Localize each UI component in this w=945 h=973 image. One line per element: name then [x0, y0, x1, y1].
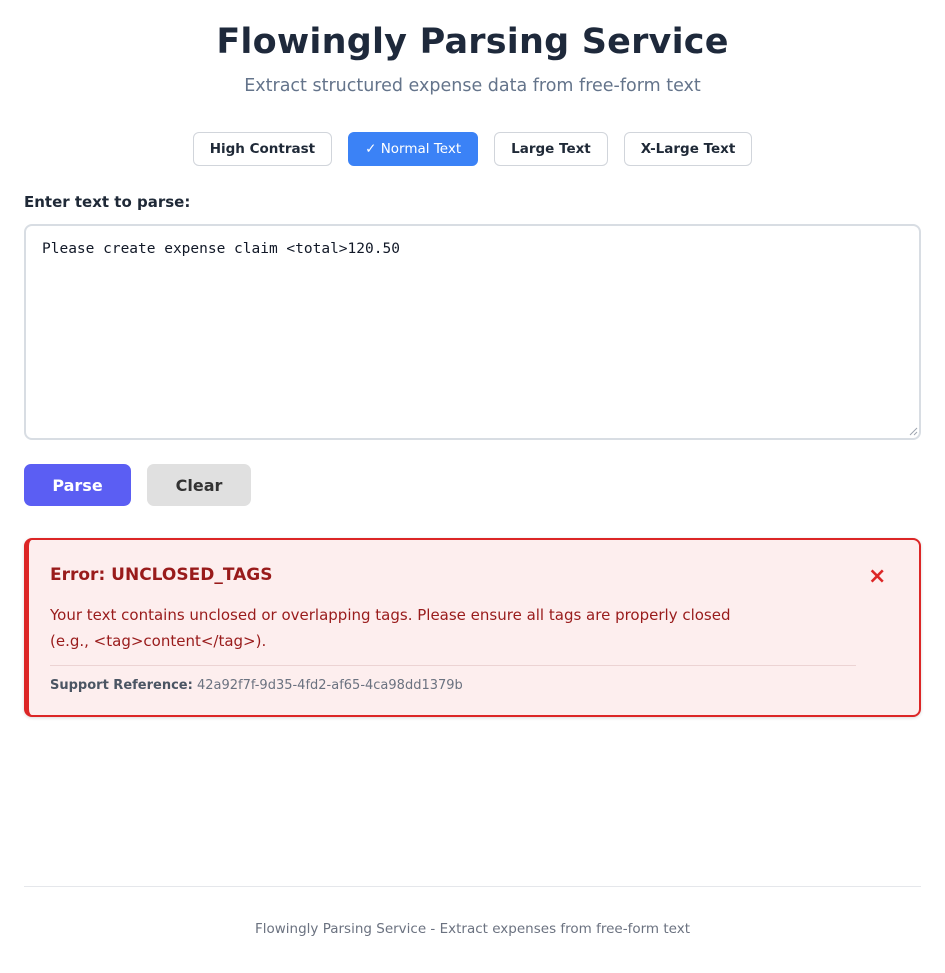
parse-button[interactable]: Parse [24, 464, 131, 506]
parse-text-input[interactable]: Please create expense claim <total>120.5… [24, 224, 921, 440]
high-contrast-button[interactable]: High Contrast [192, 132, 333, 166]
page-title: Flowingly Parsing Service [216, 22, 729, 62]
display-mode-toolbar: High Contrast ✓ Normal Text Large Text X… [0, 132, 945, 166]
large-text-button[interactable]: Large Text [494, 132, 608, 166]
resize-grip-icon[interactable] [909, 427, 918, 436]
support-reference-id: 42a92f7f-9d35-4fd2-af65-4ca98dd1379b [196, 678, 463, 693]
footer-text: Flowingly Parsing Service - Extract expe… [254, 921, 691, 937]
x-large-text-button[interactable]: X-Large Text [623, 132, 753, 166]
error-message: Your text contains unclosed or overlappi… [50, 606, 731, 650]
support-reference-label: Support Reference: [50, 678, 193, 693]
input-label: Enter text to parse: [24, 193, 191, 211]
error-title: Error: UNCLOSED_TAGS [50, 565, 273, 585]
page-subtitle: Extract structured expense data from fre… [244, 76, 701, 96]
support-reference: Support Reference: 42a92f7f-9d35-4fd2-af… [50, 678, 463, 693]
footer-divider [24, 886, 921, 887]
clear-button[interactable]: Clear [147, 464, 251, 506]
error-divider [50, 665, 856, 666]
close-icon[interactable]: × [868, 566, 886, 588]
normal-text-button[interactable]: ✓ Normal Text [348, 132, 479, 166]
error-alert: Error: UNCLOSED_TAGS × Your text contain… [24, 538, 921, 717]
